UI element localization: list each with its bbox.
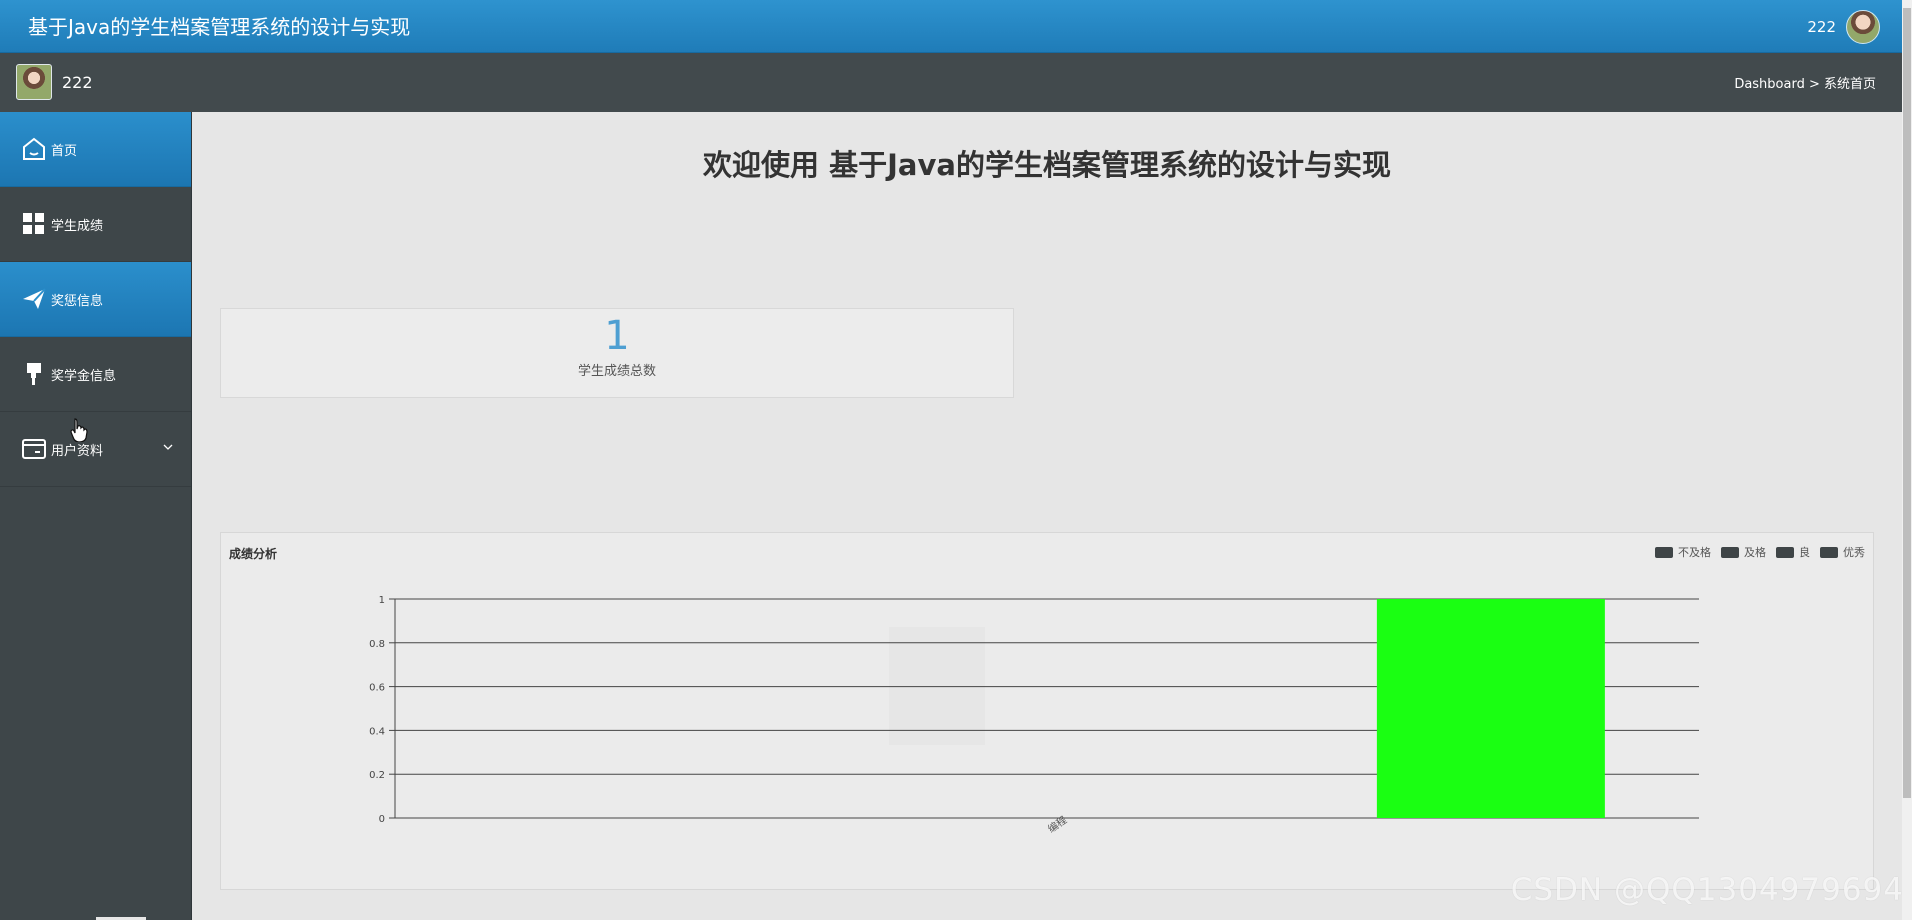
bar-优秀 [1376, 599, 1605, 818]
profile-name: 222 [62, 72, 93, 92]
y-axis-tick-label: 0.4 [369, 726, 385, 737]
y-axis-tick-label: 0.8 [369, 639, 385, 650]
x-axis-category-label: 编程 [1045, 813, 1069, 835]
top-header: 基于Java的学生档案管理系统的设计与实现 222 [0, 0, 1912, 53]
watermark: CSDN @QQ1304979694 [1510, 872, 1904, 908]
sidebar-item-label: 学生成绩 [51, 218, 104, 234]
sidebar-item-home[interactable]: 首页 [0, 112, 191, 187]
paper-plane-icon [23, 288, 46, 309]
stat-card-value: 1 [604, 313, 630, 359]
top-user-name: 222 [1807, 18, 1836, 36]
legend-label: 优秀 [1843, 546, 1865, 559]
sidebar-item-label: 奖学金信息 [51, 368, 117, 384]
card-icon [22, 439, 46, 459]
app-title: 基于Java的学生档案管理系统的设计与实现 [28, 15, 411, 39]
legend-label: 及格 [1744, 546, 1766, 559]
stat-card-student-grades: 1 学生成绩总数 [220, 308, 1014, 398]
sidebar-item-student-grades[interactable]: 学生成绩 [0, 187, 191, 262]
main-content: 欢迎使用 基于Java的学生档案管理系统的设计与实现 1 学生成绩总数 0 0.2… [192, 112, 1912, 920]
legend-label: 良 [1799, 546, 1810, 559]
top-user-menu[interactable]: 222 [1807, 10, 1880, 44]
sidebar-item-label: 用户资料 [51, 443, 104, 459]
sidebar-item-user-profile[interactable]: 用户资料 [0, 412, 191, 487]
breadcrumb: Dashboard > 系统首页 [1734, 77, 1876, 92]
legend-item-excellent[interactable]: 优秀 [1820, 544, 1865, 560]
legend-swatch [1776, 546, 1794, 558]
legend-item-fail[interactable]: 不及格 [1655, 544, 1711, 560]
user-avatar[interactable] [1846, 10, 1880, 44]
y-axis-tick-label: 0 [379, 814, 385, 825]
page-scrollbar-thumb[interactable] [1903, 8, 1911, 798]
legend-swatch [1655, 546, 1673, 558]
profile-avatar[interactable] [16, 64, 52, 100]
y-axis-tick-label: 0.6 [369, 683, 385, 694]
y-axis-tick-label: 0.2 [369, 770, 385, 781]
brush-icon [27, 363, 41, 385]
stat-card-label: 学生成绩总数 [577, 364, 656, 379]
sidebar-item-label: 首页 [51, 143, 78, 159]
hand-cursor-icon [70, 418, 88, 442]
sidebar-item-label: 奖惩信息 [51, 293, 104, 309]
y-axis-tick-label: 1 [379, 595, 385, 606]
legend-swatch [1820, 546, 1838, 558]
sidebar-item-scholarship[interactable]: 奖学金信息 [0, 337, 191, 412]
sidebar-navigation: 首页 学生成绩 奖惩信息 奖学金信息 用户资料 [0, 112, 192, 920]
legend-item-good[interactable]: 良 [1776, 544, 1810, 560]
home-icon [23, 137, 45, 160]
legend-swatch [1721, 546, 1739, 558]
page-title: 欢迎使用 基于Java的学生档案管理系统的设计与实现 [703, 148, 1391, 182]
grid-icon [23, 213, 44, 234]
chart-legend: 不及格 及格 良 优秀 [1655, 544, 1865, 560]
chart-title: 成绩分析 [229, 547, 278, 561]
profile-summary[interactable]: 222 [16, 64, 93, 100]
sidebar-item-rewards-punishments[interactable]: 奖惩信息 [0, 262, 191, 337]
legend-label: 不及格 [1678, 546, 1711, 559]
chart-background-watermark [889, 627, 985, 745]
sub-header: 222 Dashboard > 系统首页 [0, 53, 1912, 112]
grade-analysis-chart: 0 0.2 0.4 0.6 0.8 1 编程 [369, 595, 1699, 835]
legend-item-pass[interactable]: 及格 [1721, 544, 1766, 560]
grade-analysis-chart-panel: 0 0.2 0.4 0.6 0.8 1 编程 成绩分析 不及格 及格 良 优秀 [220, 532, 1874, 890]
chevron-down-icon[interactable] [163, 442, 173, 452]
page-scrollbar[interactable] [1902, 0, 1912, 920]
